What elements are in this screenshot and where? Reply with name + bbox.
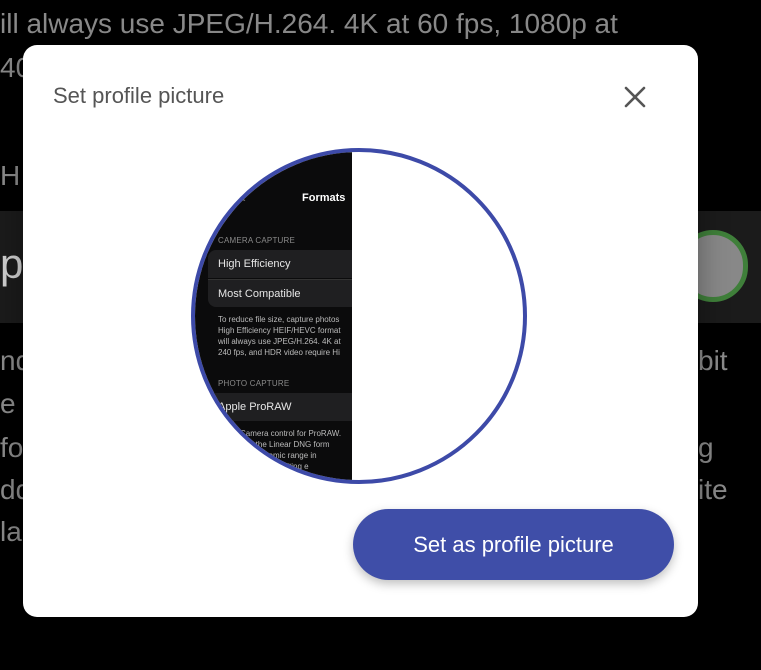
- bg-text-line: ill always use JPEG/H.264. 4K at 60 fps,…: [0, 8, 618, 39]
- preview-option: Most Compatible: [208, 279, 352, 307]
- profile-picture-dialog: Set profile picture a Formats CAMERA CAP…: [23, 45, 698, 617]
- bg-text-line: e: [0, 388, 16, 419]
- preview-option: Apple ProRAW: [208, 393, 352, 421]
- preview-footnote: High Efficiency HEIF/HEVC format: [218, 326, 341, 335]
- preview-footnote: To reduce file size, capture photos: [218, 315, 340, 324]
- set-profile-picture-button[interactable]: Set as profile picture: [353, 509, 674, 580]
- preview-footnote: es the Linear DNG form: [245, 440, 330, 449]
- close-icon: [624, 86, 646, 108]
- preview-nav-title: Formats: [302, 192, 346, 204]
- preview-section-header: CAMERA CAPTURE: [218, 236, 296, 245]
- close-button[interactable]: [621, 83, 649, 111]
- preview-footnote: d dynamic range in: [249, 451, 317, 460]
- crop-circle[interactable]: a Formats CAMERA CAPTURE High Efficiency…: [191, 148, 527, 484]
- preview-section-header: PHOTO CAPTURE: [218, 379, 290, 388]
- preview-image: a Formats CAMERA CAPTURE High Efficiency…: [195, 152, 352, 480]
- bg-text-line: ite: [698, 474, 728, 505]
- preview-footnote: will always use JPEG/H.264. 4K at: [218, 337, 341, 346]
- bg-text-line: g: [698, 432, 714, 463]
- preview-option: High Efficiency: [208, 250, 352, 278]
- bg-text-line: H: [0, 160, 21, 191]
- preview-footnote: when editing e: [257, 462, 309, 471]
- bg-text-line: bit: [698, 345, 728, 376]
- bg-row-label: p: [0, 240, 24, 287]
- preview-footnote: 240 fps, and HDR video require Hi: [218, 348, 340, 357]
- image-crop-area[interactable]: a Formats CAMERA CAPTURE High Efficiency…: [191, 148, 527, 484]
- bg-text-line: la: [0, 516, 22, 547]
- bg-text-line: fo: [0, 432, 24, 463]
- preview-footnote: Camera control for ProRAW.: [240, 429, 342, 438]
- preview-nav-back: a: [239, 192, 246, 204]
- preview-footnote: tel: [275, 473, 284, 480]
- dialog-title: Set profile picture: [53, 83, 225, 108]
